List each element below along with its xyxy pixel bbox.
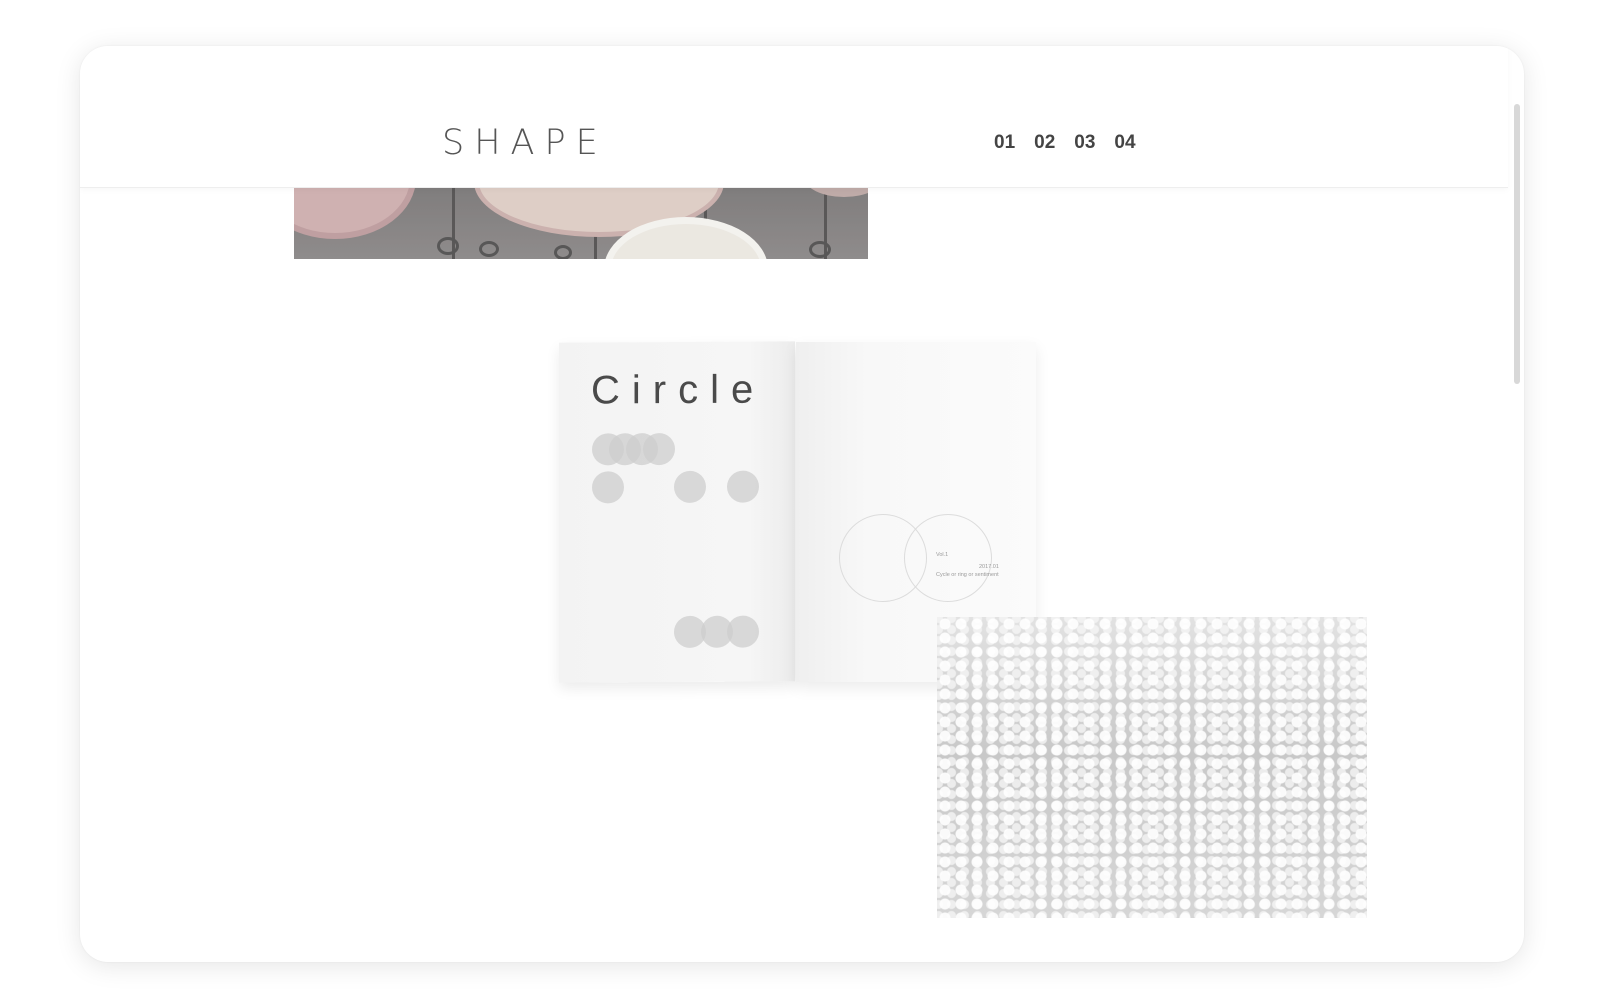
circle-shape: [727, 615, 759, 648]
site-header: SHAPE 01 02 03 04: [80, 46, 1508, 188]
circle-shape: [674, 470, 706, 504]
site-logo[interactable]: SHAPE: [442, 126, 608, 161]
magazine-left-page: Circle: [559, 341, 795, 683]
nav-link-02[interactable]: 02: [1034, 133, 1055, 152]
vertical-scrollbar[interactable]: [1514, 104, 1520, 384]
bowls-photo: [294, 187, 868, 259]
nav-link-03[interactable]: 03: [1074, 133, 1095, 152]
main-nav: 01 02 03 04: [994, 133, 1136, 152]
circle-shape: [592, 471, 624, 504]
circle-shape: [727, 470, 759, 503]
circle-shape: [643, 433, 675, 466]
magazine-title: Circle: [591, 367, 766, 413]
nav-link-01[interactable]: 01: [994, 133, 1015, 152]
magazine-date: 2017.01: [979, 564, 999, 570]
nav-link-04[interactable]: 04: [1114, 133, 1135, 152]
browser-window: SHAPE 01 02 03 04 Circle Vol.1 2017.01 C…: [80, 46, 1524, 962]
dotted-texture-photo: [937, 617, 1367, 918]
magazine-caption: Cycle or ring or sentiment: [936, 572, 999, 578]
magazine-volume: Vol.1: [936, 552, 949, 558]
